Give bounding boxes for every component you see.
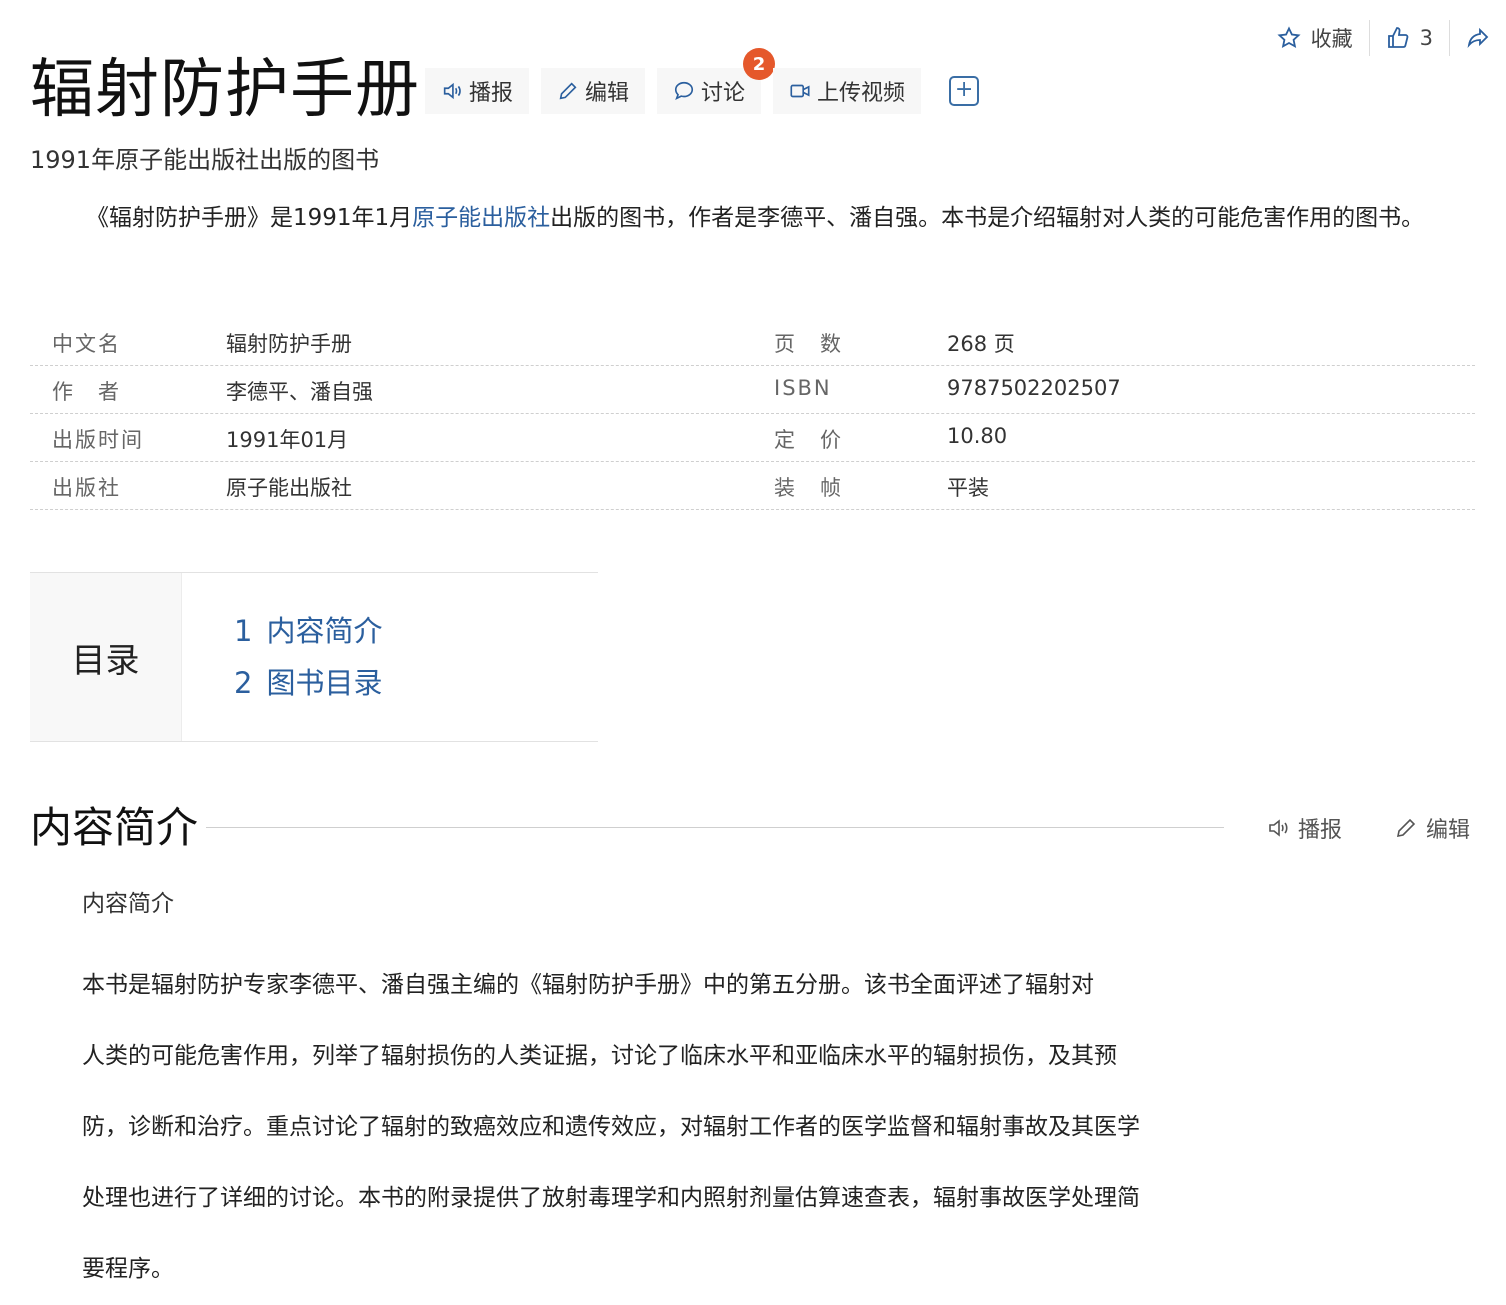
share-icon [1467,27,1489,49]
toc-item-number: 1 [234,614,253,648]
info-value: 平装 [947,476,989,500]
section-body: 本书是辐射防护专家李德平、潘自强主编的《辐射防护手册》中的第五分册。该书全面评述… [82,950,1282,1305]
toc-item-number: 2 [234,666,253,700]
info-key: 出版时间 [52,428,144,452]
pencil-icon [1396,818,1416,838]
star-icon [1277,26,1301,49]
pencil-icon [559,82,577,100]
info-value: 李德平、潘自强 [226,380,373,404]
info-key: 出版社 [52,476,121,500]
edit-label: 编辑 [585,81,630,106]
toc-item-text: 内容简介 [266,614,383,648]
section-title: 内容简介 [30,803,199,852]
video-icon [790,84,810,98]
paragraph-line: 人类的可能危害作用，列举了辐射损伤的人类证据，讨论了临床水平和亚临床水平的辐射损… [82,1043,1117,1069]
toc-items: 1 内容简介 2 图书目录 [182,573,382,741]
section-divider [206,827,1224,828]
basic-info-table: 中文名 辐射防护手册 页 数 268 页 作 者 李德平、潘自强 ISBN 97… [30,318,1475,510]
info-key: 中文名 [52,332,121,356]
info-key: 装 帧 [774,476,843,500]
paragraph-line: 要程序。 [82,1256,174,1282]
info-value: 1991年01月 [226,428,349,452]
toc-item[interactable]: 1 内容简介 [234,605,382,657]
plus-icon: + [949,76,980,106]
section-broadcast-button[interactable]: 播报 [1266,812,1342,844]
favorite-label: 收藏 [1310,27,1353,51]
section-edit-label: 编辑 [1426,818,1471,843]
lemma-summary: 《辐射防护手册》是1991年1月原子能出版社出版的图书，作者是李德平、潘自强。本… [30,196,1470,240]
thumbs-up-icon [1387,27,1408,48]
broadcast-button[interactable]: 播报 [425,68,530,114]
publisher-link[interactable]: 原子能出版社 [412,205,550,231]
upload-video-button[interactable]: 上传视频 [773,68,922,114]
section-edit-button[interactable]: 编辑 [1394,812,1470,844]
broadcast-label: 播报 [469,81,514,106]
info-key: 页 数 [774,332,843,356]
discuss-label: 讨论 [701,81,746,106]
info-row: 中文名 辐射防护手册 页 数 268 页 [30,318,1475,366]
info-value: 9787502202507 [947,376,1121,400]
edit-button[interactable]: 编辑 [541,68,646,114]
paragraph-line: 本书是辐射防护专家李德平、潘自强主编的《辐射防护手册》中的第五分册。该书全面评述… [82,972,1094,998]
info-key: 作 者 [52,380,121,404]
info-row: 出版社 原子能出版社 装 帧 平装 [30,462,1475,510]
like-button[interactable]: 3 [1370,26,1449,50]
info-value: 10.80 [947,424,1008,448]
info-value: 辐射防护手册 [226,332,352,356]
info-key: 定 价 [774,428,843,452]
discuss-count-badge: 2 [743,48,776,80]
favorite-button[interactable]: 收藏 [1261,23,1369,53]
discuss-button[interactable]: 讨论 2 [657,48,776,114]
add-button[interactable]: + [933,68,995,114]
section-subheading: 内容简介 [82,891,174,917]
info-row: 出版时间 1991年01月 定 价 10.80 [30,414,1475,462]
section-broadcast-label: 播报 [1298,818,1343,843]
like-count: 3 [1419,26,1433,50]
summary-text-1: 《辐射防护手册》是1991年1月 [86,205,413,231]
info-value: 原子能出版社 [226,476,352,500]
info-row: 作 者 李德平、潘自强 ISBN 9787502202507 [30,366,1475,414]
speaker-icon [1269,819,1288,837]
toc-label: 目录 [30,573,182,741]
title-toolbar: 播报 编辑 讨论 2 上传视频 + [425,48,1007,114]
info-key: ISBN [774,376,832,400]
comment-icon [674,81,694,100]
table-of-contents: 目录 1 内容简介 2 图书目录 [30,572,598,742]
toc-item[interactable]: 2 图书目录 [234,657,382,709]
summary-text-2: 出版的图书，作者是李德平、潘自强。本书是介绍辐射对人类的可能危害作用的图书。 [550,205,1425,231]
toc-item-text: 图书目录 [266,666,383,700]
page-title: 辐射防护手册 [30,53,420,127]
paragraph-line: 防，诊断和治疗。重点讨论了辐射的致癌效应和遗传效应，对辐射工作者的医学监督和辐射… [82,1114,1140,1140]
page-subtitle: 1991年原子能出版社出版的图书 [30,146,380,174]
top-action-bar: 收藏 3 [1261,18,1506,58]
speaker-icon [443,82,461,100]
info-value: 268 页 [947,332,1015,356]
share-button[interactable] [1450,26,1506,50]
upload-video-label: 上传视频 [817,81,906,106]
paragraph-line: 处理也进行了详细的讨论。本书的附录提供了放射毒理学和内照射剂量估算速查表，辐射事… [82,1185,1140,1211]
